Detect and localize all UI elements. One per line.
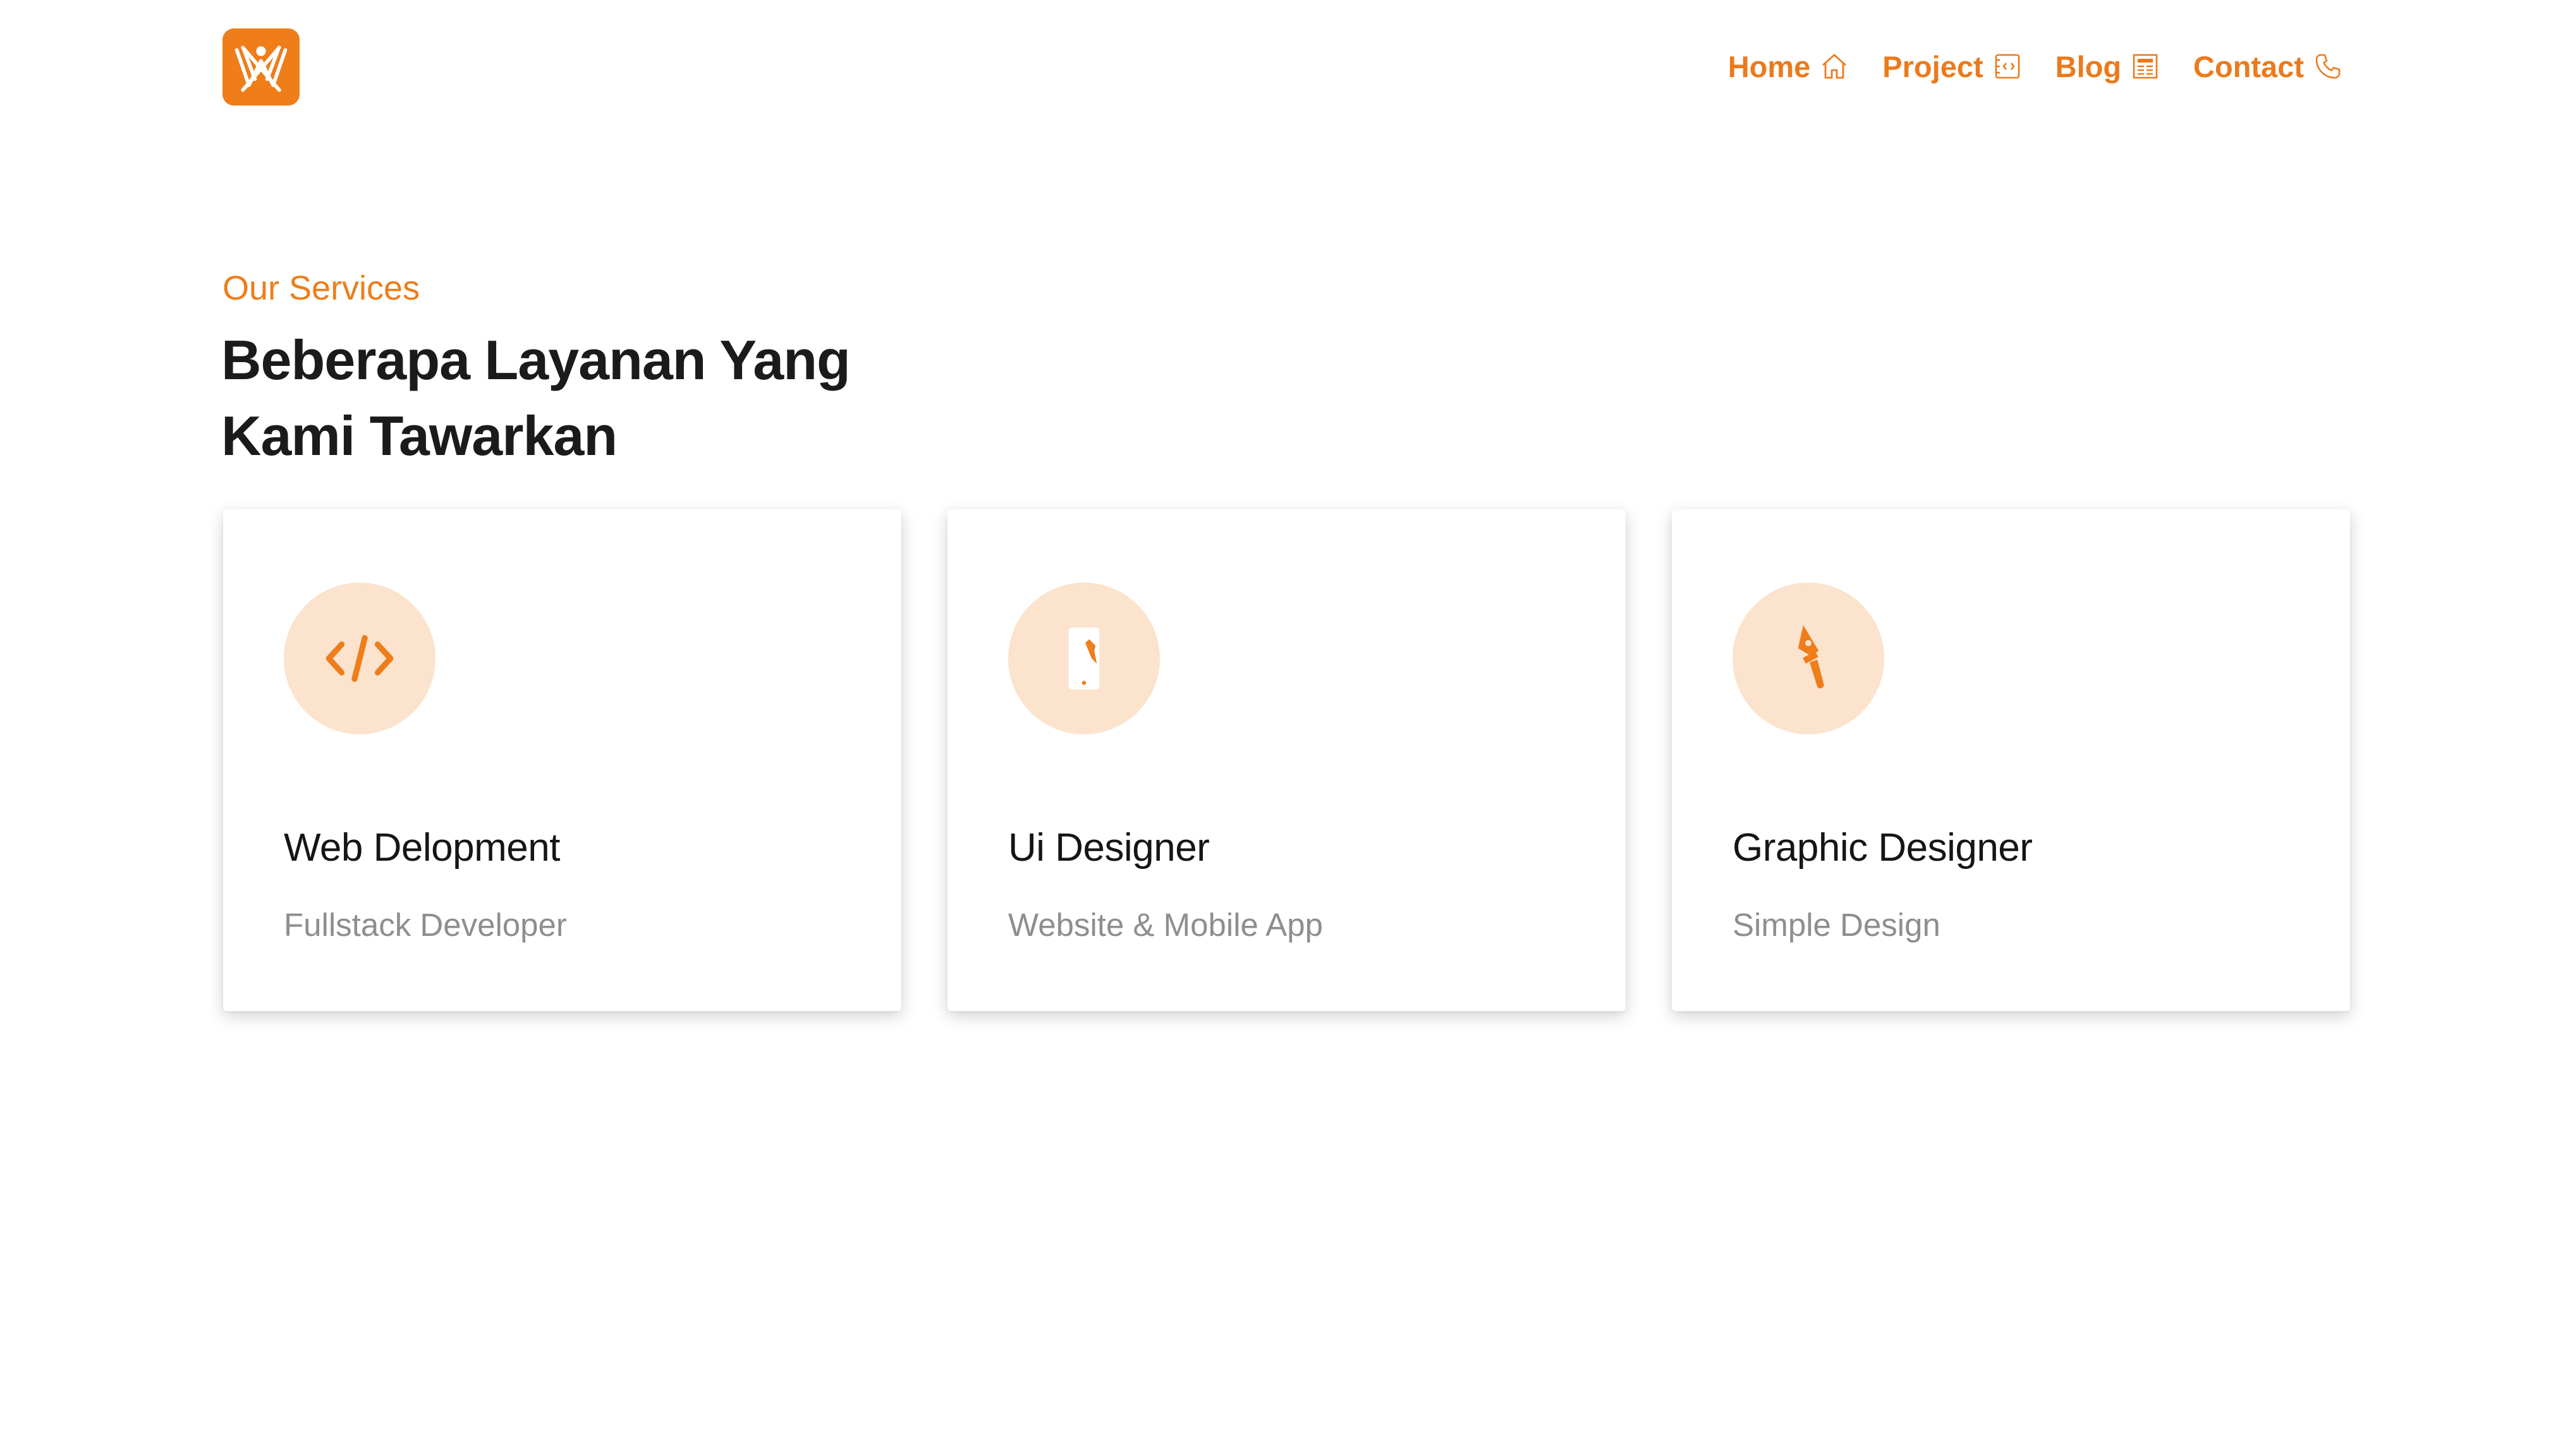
service-subtitle: Simple Design <box>1733 907 1940 943</box>
service-card-graphic-designer[interactable]: Graphic Designer Simple Design <box>1672 509 2350 1011</box>
section-eyebrow: Our Services <box>222 269 420 307</box>
section-headline: Beberapa Layanan Yang Kami Tawarkan <box>221 322 980 474</box>
page: Home Project Blog Contact Our Services B… <box>0 0 2558 1456</box>
nav-item-project[interactable]: Project <box>1882 49 2022 84</box>
brand-logo[interactable] <box>222 28 300 106</box>
nav-item-label: Project <box>1882 49 1983 83</box>
code-icon <box>326 634 394 682</box>
service-icon-circle <box>1733 583 1884 734</box>
service-title: Ui Designer <box>1008 826 1210 870</box>
nav-item-contact[interactable]: Contact <box>2193 49 2343 84</box>
pen-tool-icon <box>1798 625 1824 689</box>
newspaper-icon <box>2133 54 2158 79</box>
code-window-icon <box>1995 54 2019 79</box>
nav-item-home[interactable]: Home <box>1728 49 1850 84</box>
service-title: Web Delopment <box>284 826 560 870</box>
main-nav: Home Project Blog Contact <box>1728 44 2343 88</box>
nav-item-blog[interactable]: Blog <box>2056 49 2160 84</box>
service-icon-circle <box>1008 583 1160 734</box>
headline-line: Kami Tawarkan <box>221 404 618 467</box>
mobile-pen-icon <box>1068 628 1100 689</box>
service-cards: Web Delopment Fullstack Developer Ui Des… <box>223 509 2350 1011</box>
service-subtitle: Website & Mobile App <box>1008 907 1323 943</box>
w-logo-icon <box>234 46 288 92</box>
nav-item-label: Home <box>1727 49 1811 83</box>
nav-item-label: Blog <box>2055 49 2122 83</box>
service-card-web-development[interactable]: Web Delopment Fullstack Developer <box>223 509 901 1011</box>
nav-item-label: Contact <box>2193 49 2304 83</box>
service-card-ui-designer[interactable]: Ui Designer Website & Mobile App <box>947 509 1626 1011</box>
service-icon-circle <box>284 583 435 734</box>
service-subtitle: Fullstack Developer <box>284 907 567 943</box>
phone-icon <box>2315 54 2341 79</box>
home-icon <box>1822 54 1847 79</box>
headline-line: Beberapa Layanan Yang <box>221 329 851 391</box>
service-title: Graphic Designer <box>1733 826 2033 870</box>
